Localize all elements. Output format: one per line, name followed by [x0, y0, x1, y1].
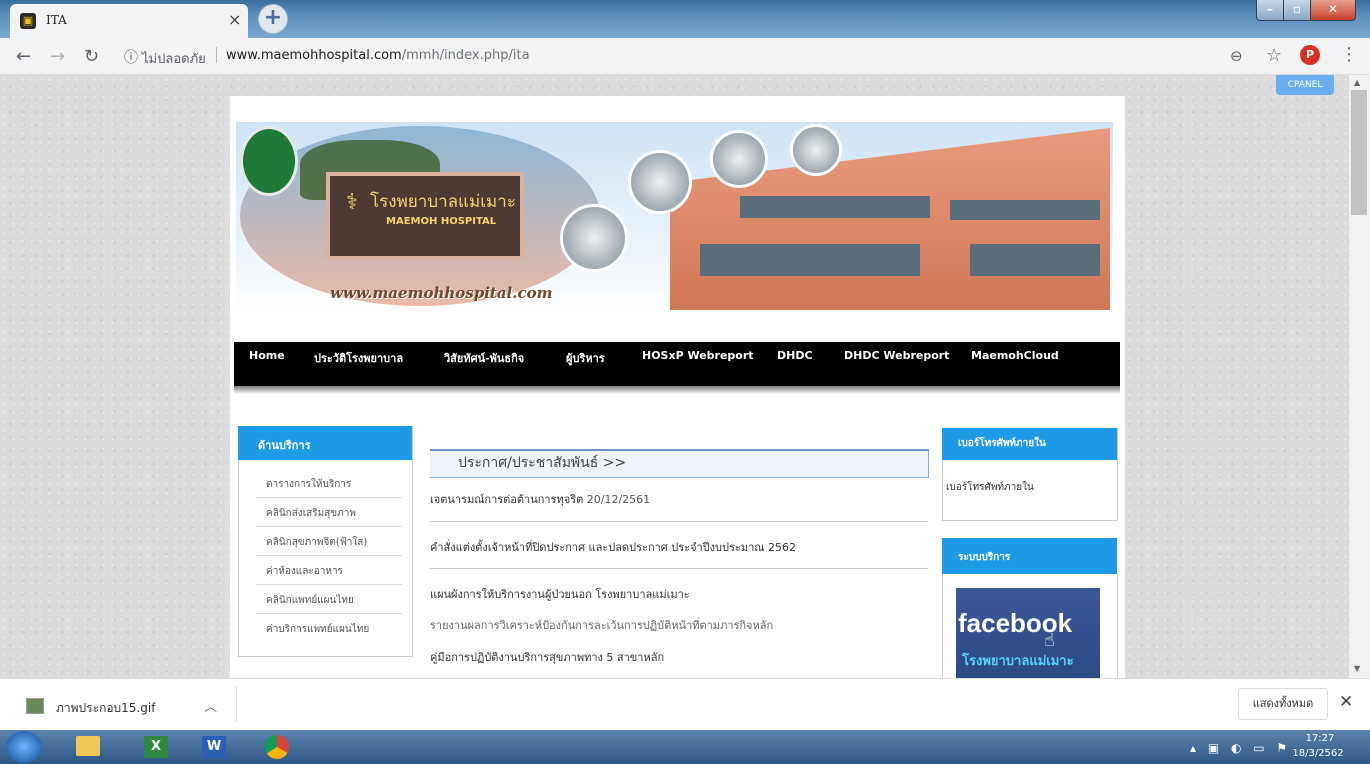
- chrome-taskbar-button[interactable]: [254, 732, 302, 762]
- nav-home[interactable]: Home: [249, 349, 285, 362]
- menu-kebab-icon[interactable]: ⋮: [1340, 44, 1358, 65]
- phone-directory-link[interactable]: เบอร์โทรศัพท์ภายใน: [946, 480, 1034, 495]
- building-windows: [740, 196, 930, 218]
- url-host: www.maemohhospital.com: [226, 48, 402, 63]
- ministry-seal-logo: [240, 126, 298, 196]
- info-icon[interactable]: ⓘ: [124, 47, 138, 67]
- room-photo-circle: [710, 130, 768, 188]
- nav-hosxp-webreport[interactable]: HOSxP Webreport: [642, 349, 754, 362]
- reload-icon[interactable]: ↻: [84, 46, 99, 67]
- close-tab-icon[interactable]: ×: [228, 10, 241, 29]
- cpanel-button[interactable]: CPANEL: [1276, 75, 1334, 95]
- image-file-icon: [26, 698, 44, 714]
- announcements-title[interactable]: ประกาศ/ประชาสัมพันธ์ >>: [458, 452, 626, 474]
- scroll-up-arrow-icon[interactable]: ▲: [1354, 78, 1360, 87]
- url-path: /mmh/index.php/ita: [401, 48, 530, 63]
- news-item[interactable]: คู่มือการปฏิบัติงานบริการสุขภาพทาง 5 สาข…: [430, 648, 664, 666]
- nav-maemohcloud[interactable]: MaemohCloud: [971, 349, 1059, 362]
- system-tray-icons[interactable]: ▴ ▣ ◐ ▭ ⚑: [1190, 741, 1291, 755]
- services-panel-title: ด้านบริการ: [258, 439, 311, 452]
- start-button[interactable]: [6, 731, 42, 763]
- nav-vision[interactable]: วิสัยทัศน์-พันธกิจ: [444, 349, 524, 367]
- show-all-downloads-button[interactable]: แสดงทั้งหมด: [1238, 688, 1328, 720]
- back-icon[interactable]: ←: [16, 46, 31, 67]
- tab-title: ITA: [46, 13, 67, 27]
- address-divider: [216, 47, 217, 63]
- zoom-icon[interactable]: ⊖: [1230, 47, 1243, 65]
- download-file-name[interactable]: ภาพประกอบ15.gif: [56, 699, 155, 718]
- news-divider: [430, 568, 928, 569]
- sidebar-item-health-promotion[interactable]: คลินิกส่งเสริมสุขภาพ: [256, 501, 402, 527]
- file-explorer-taskbar-button[interactable]: [64, 732, 112, 762]
- sidebar-item-schedule[interactable]: ตารางการให้บริการ: [256, 472, 402, 498]
- nav-dhdc[interactable]: DHDC: [777, 349, 813, 362]
- download-divider: [236, 686, 237, 722]
- equipment-photo-circle: [628, 150, 692, 214]
- sidebar-item-thai-medicine[interactable]: คลินิกแพทย์แผนไทย: [256, 588, 402, 614]
- nav-executives[interactable]: ผู้บริหาร: [566, 349, 605, 367]
- news-item[interactable]: เจตนารมณ์การต่อต้านการทุจริต 20/12/2561: [430, 490, 650, 508]
- facebook-page-name: โรงพยาบาลแม่เมาะ: [962, 654, 1074, 669]
- close-download-bar-icon[interactable]: ✕: [1339, 692, 1353, 712]
- new-tab-button[interactable]: +: [258, 4, 288, 34]
- scroll-thumb[interactable]: [1351, 90, 1367, 215]
- building-windows: [970, 244, 1100, 276]
- caduceus-icon: ⚕: [346, 190, 358, 215]
- forward-icon[interactable]: →: [50, 46, 65, 67]
- clock-date[interactable]: 18/3/2562: [1288, 748, 1348, 759]
- clock-time[interactable]: 17:27: [1300, 733, 1340, 744]
- news-item[interactable]: คำสั่งแต่งตั้งเจ้าหน้าที่ปิดประกาศ และปล…: [430, 538, 796, 556]
- profile-avatar[interactable]: P: [1300, 45, 1320, 65]
- machine-photo-circle: [790, 124, 842, 176]
- phone-panel-title: เบอร์โทรศัพท์ภายใน: [958, 438, 1046, 449]
- browser-tab[interactable]: ▣ ITA ×: [10, 4, 248, 38]
- security-label[interactable]: ไม่ปลอดภัย: [142, 48, 206, 69]
- building-windows: [700, 244, 920, 276]
- news-title: เจตนารมณ์การต่อต้านการทุจริต: [430, 493, 584, 506]
- sign-name-english: MAEMOH HOSPITAL: [386, 216, 497, 227]
- chevron-up-icon[interactable]: ︿: [204, 696, 217, 715]
- excel-taskbar-button[interactable]: X: [132, 732, 180, 762]
- word-taskbar-button[interactable]: W: [190, 732, 238, 762]
- banner-url: www.maemohhospital.com: [330, 284, 553, 302]
- bookmark-star-icon[interactable]: ☆: [1266, 45, 1282, 66]
- nav-history[interactable]: ประวัติโรงพยาบาล: [314, 349, 403, 367]
- minimize-button[interactable]: –: [1256, 0, 1284, 21]
- maximize-button[interactable]: ▫: [1283, 0, 1311, 21]
- facebook-logo-text: facebook: [958, 608, 1073, 638]
- sidebar-item-mental-health[interactable]: คลินิกสุขภาพจิต(ฟ้าใส): [256, 530, 402, 556]
- sidebar-item-room-food[interactable]: ค่าห้องและอาหาร: [256, 559, 402, 585]
- doctor-photo-circle: [560, 204, 628, 272]
- building-windows: [950, 200, 1100, 220]
- scroll-down-arrow-icon[interactable]: ▼: [1354, 664, 1360, 673]
- url-text[interactable]: www.maemohhospital.com/mmh/index.php/ita: [226, 48, 530, 63]
- sign-name-thai: โรงพยาบาลแม่เมาะ: [370, 192, 516, 212]
- hand-cursor-icon: ☝: [1044, 630, 1055, 651]
- news-divider: [430, 521, 928, 522]
- nav-shadow: [234, 386, 1120, 394]
- news-item[interactable]: แผนผังการให้บริการงานผู้ป่วยนอก โรงพยาบา…: [430, 585, 690, 603]
- news-item[interactable]: รายงานผลการวิเคราะห์ป้องกันการละเว้นการป…: [430, 616, 773, 634]
- news-date: 20/12/2561: [586, 493, 651, 506]
- close-window-button[interactable]: ✕: [1310, 0, 1356, 21]
- hospital-icon: ▣: [20, 13, 36, 29]
- nav-dhdc-webreport[interactable]: DHDC Webreport: [844, 349, 949, 362]
- service-system-title: ระบบบริการ: [958, 552, 1011, 563]
- sidebar-item-thai-medicine-fees[interactable]: ค่าบริการแพทย์แผนไทย: [256, 617, 402, 643]
